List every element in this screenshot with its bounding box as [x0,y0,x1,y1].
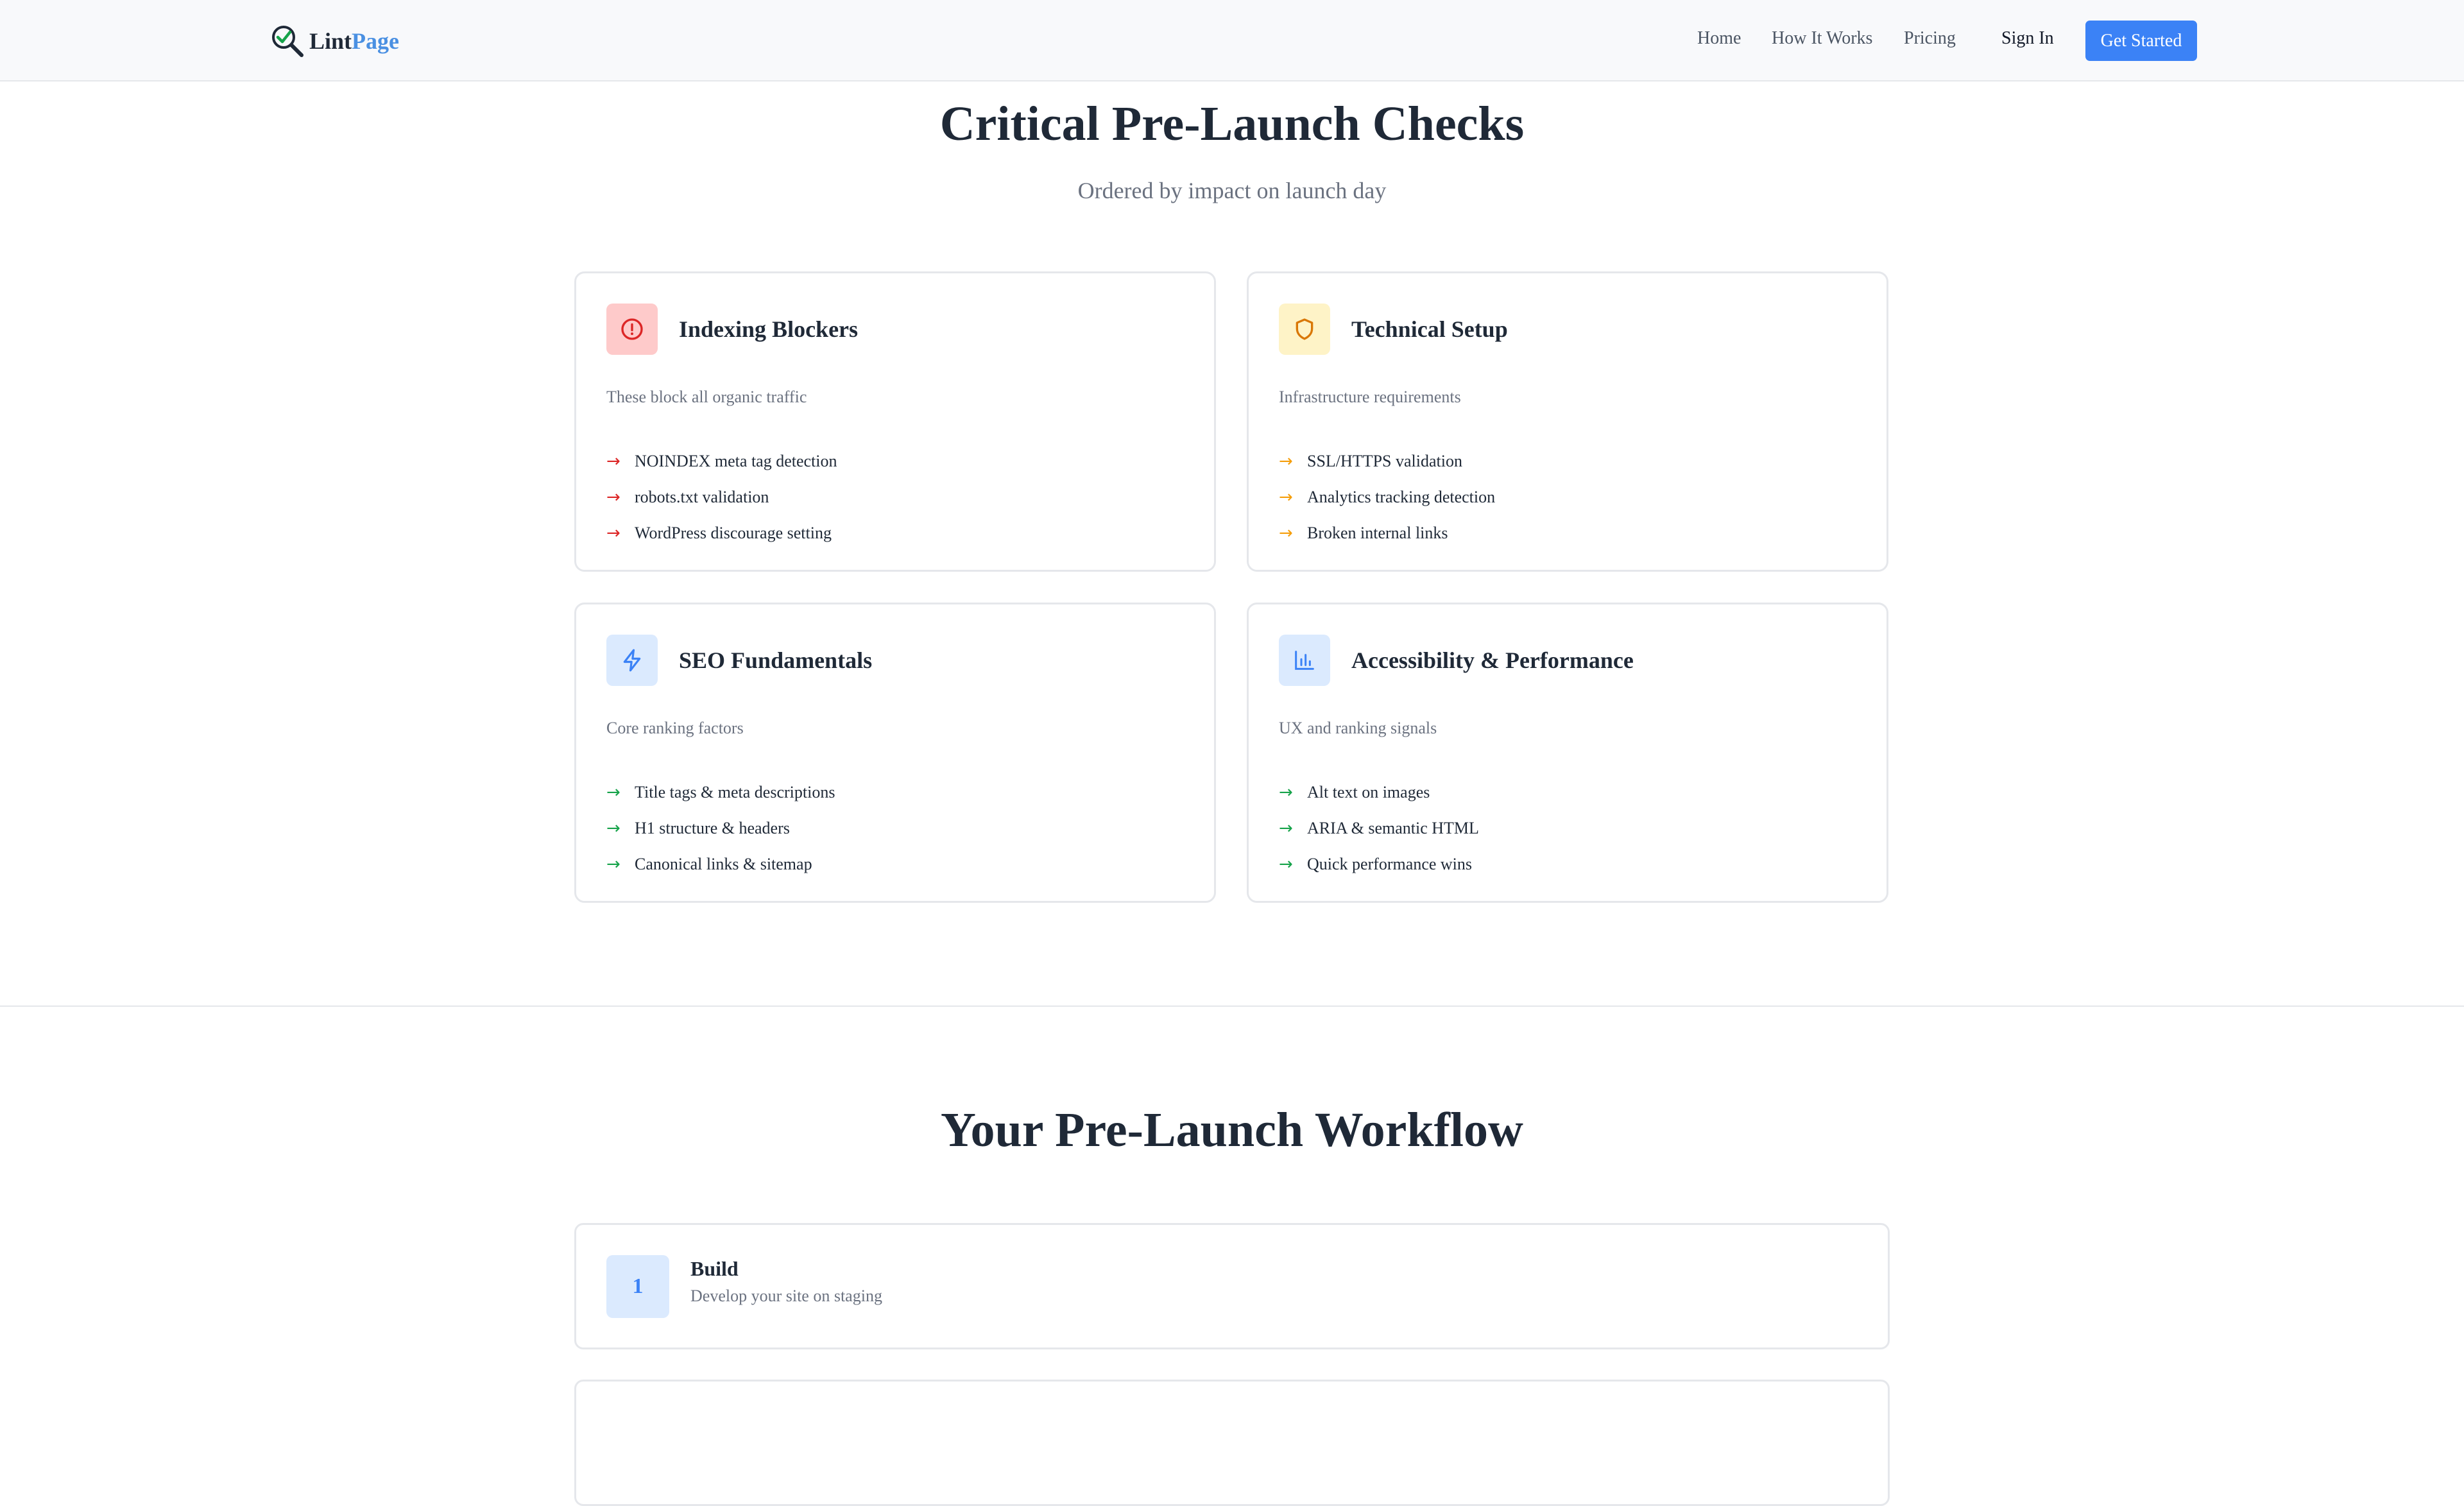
step-description: Develop your site on staging [690,1287,882,1305]
step-number-badge: 1 [606,1255,669,1318]
check-card-technical-setup: Technical Setup Infrastructure requireme… [1247,271,1888,572]
logo-text: LintPage [309,28,399,55]
arrow-right-icon: → [606,488,620,507]
card-description: UX and ranking signals [1279,719,1437,737]
list-item-label: WordPress discourage setting [635,524,832,542]
check-list: → NOINDEX meta tag detection → robots.txt … [606,443,837,551]
arrow-right-icon: → [606,524,620,543]
get-started-button[interactable]: Get Started [2085,21,2197,61]
list-item: → robots.txt validation [606,479,837,515]
list-item-label: NOINDEX meta tag detection [635,452,837,470]
list-item-label: robots.txt validation [635,488,769,506]
step-title: Build [690,1257,739,1280]
list-item-label: Canonical links & sitemap [635,855,812,873]
list-item: → WordPress discourage setting [606,515,837,551]
top-navbar: LintPage Home How It Works Pricing Sign … [0,0,2464,81]
check-list: → Title tags & meta descriptions → H1 stru… [606,774,835,882]
sign-in-link[interactable]: Sign In [2001,28,2054,49]
nav-link-home[interactable]: Home [1697,28,1741,49]
check-card-accessibility-performance: Accessibility & Performance UX and ranki… [1247,603,1888,903]
nav-link-how-it-works[interactable]: How It Works [1772,28,1872,49]
list-item: → Broken internal links [1279,515,1495,551]
list-item-label: Alt text on images [1307,783,1430,801]
arrow-right-icon: → [1279,452,1293,471]
list-item: → NOINDEX meta tag detection [606,443,837,479]
checks-section-title: Critical Pre-Launch Checks [939,97,1525,151]
check-card-seo-fundamentals: SEO Fundamentals Core ranking factors → T… [574,603,1216,903]
section-divider [0,1005,2464,1007]
arrow-right-icon: → [606,819,620,838]
list-item-label: H1 structure & headers [635,819,790,837]
card-icon-box [606,304,658,355]
lightning-icon [623,649,641,672]
check-list: → Alt text on images → ARIA & semantic HTM… [1279,774,1479,882]
logo-link[interactable]: LintPage [270,23,399,59]
bar-chart-icon [1295,651,1314,670]
nav-link-pricing[interactable]: Pricing [1904,28,1956,49]
card-description: These block all organic traffic [606,388,807,406]
list-item-label: Broken internal links [1307,524,1448,542]
check-card-indexing-blockers: Indexing Blockers These block all organi… [574,271,1216,572]
alert-circle-icon [621,318,643,340]
list-item-label: ARIA & semantic HTML [1307,819,1479,837]
list-item-label: Analytics tracking detection [1307,488,1496,506]
card-title: SEO Fundamentals [679,647,873,673]
list-item: → SSL/HTTPS validation [1279,443,1495,479]
list-item: → Canonical links & sitemap [606,846,835,882]
card-icon-box [1279,304,1330,355]
card-title: Accessibility & Performance [1351,647,1634,673]
magnifier-check-icon [272,26,304,57]
card-title: Technical Setup [1351,316,1508,342]
list-item: → Title tags & meta descriptions [606,774,835,810]
workflow-section-title: Your Pre-Launch Workflow [941,1103,1523,1157]
arrow-right-icon: → [1279,855,1293,874]
card-description: Core ranking factors [606,719,744,737]
arrow-right-icon: → [606,783,620,802]
list-item: → Quick performance wins [1279,846,1479,882]
check-list: → SSL/HTTPS validation → Analytics trackin… [1279,443,1495,551]
card-description: Infrastructure requirements [1279,388,1461,406]
list-item: → Alt text on images [1279,774,1479,810]
list-item: → H1 structure & headers [606,810,835,846]
workflow-step-next [574,1380,1890,1506]
list-item-label: Quick performance wins [1307,855,1473,873]
arrow-right-icon: → [1279,524,1293,543]
shield-icon [1296,318,1313,340]
list-item: → ARIA & semantic HTML [1279,810,1479,846]
arrow-right-icon: → [1279,783,1293,802]
list-item: → Analytics tracking detection [1279,479,1495,515]
card-title: Indexing Blockers [679,316,859,342]
list-item-label: SSL/HTTPS validation [1307,452,1462,470]
arrow-right-icon: → [606,855,620,874]
checks-section-subtitle: Ordered by impact on launch day [1077,178,1387,203]
arrow-right-icon: → [1279,819,1293,838]
arrow-right-icon: → [606,452,620,471]
card-icon-box [1279,635,1330,686]
logo-text-part2: Page [352,28,399,54]
card-icon-box [606,635,658,686]
logo-text-part1: Lint [309,28,352,54]
list-item-label: Title tags & meta descriptions [635,783,835,801]
workflow-step-build: 1 Build Develop your site on staging [574,1223,1890,1349]
arrow-right-icon: → [1279,488,1293,507]
